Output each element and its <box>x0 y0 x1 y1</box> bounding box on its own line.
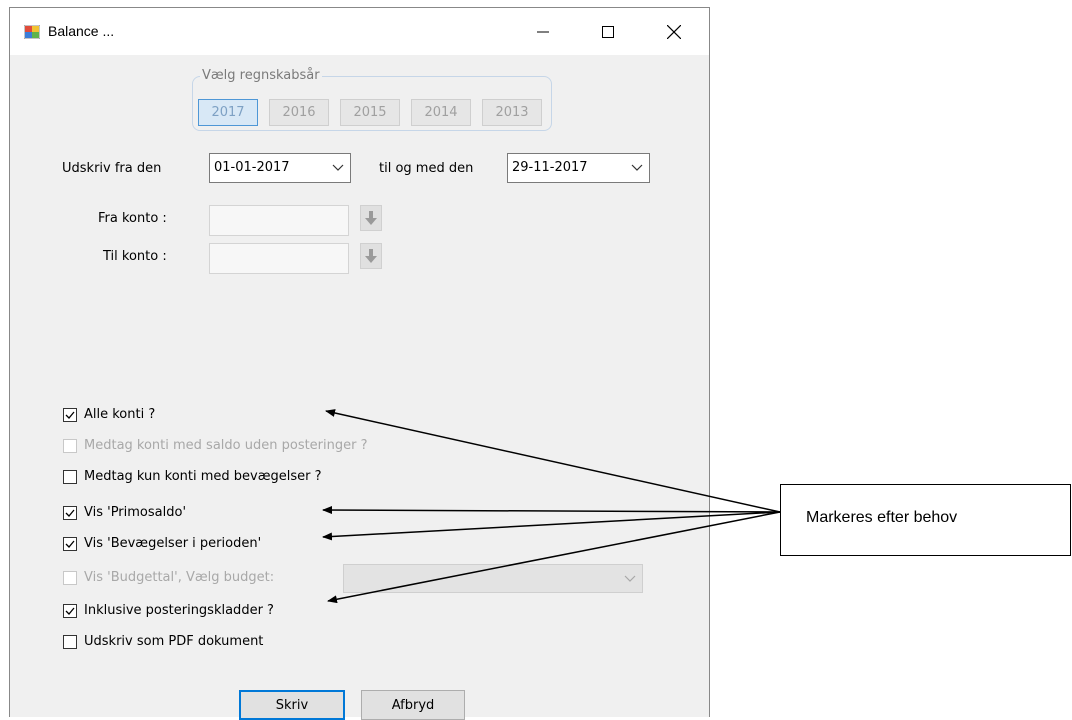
arrow-to-primosaldo <box>322 506 781 515</box>
arrow-to-drafts <box>327 511 781 604</box>
arrow-to-all-accounts <box>325 409 781 513</box>
annotation-arrows <box>322 409 781 604</box>
arrow-to-period-movements <box>322 511 781 541</box>
